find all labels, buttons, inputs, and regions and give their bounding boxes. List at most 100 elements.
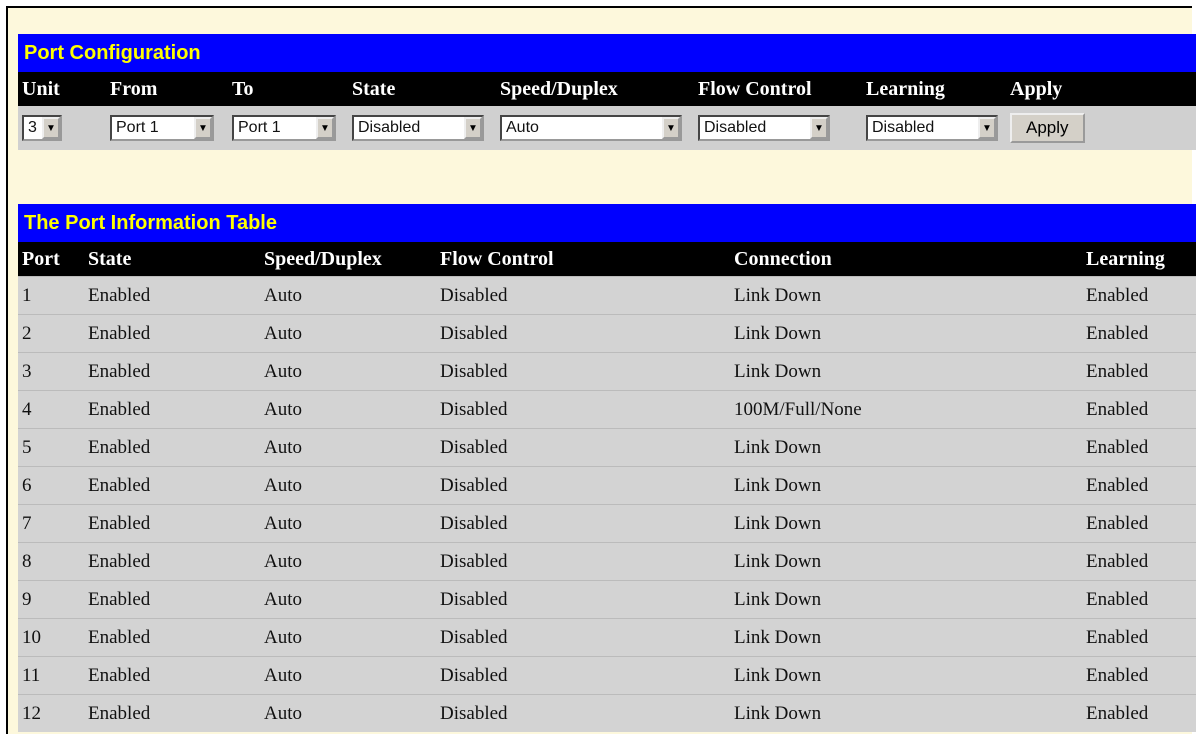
- table-row: 10 Enabled Auto Disabled Link Down Enabl…: [18, 618, 1196, 657]
- port-cell: 1: [18, 276, 84, 315]
- port-configuration-table: Unit From To State Speed/Duplex Flow Con…: [18, 72, 1196, 150]
- header-learning: Learning: [862, 72, 1006, 106]
- state-cell: Enabled: [84, 428, 260, 467]
- learning-cell: Enabled: [1082, 314, 1196, 353]
- unit-select-value: 3: [28, 119, 37, 136]
- table-row: 2 Enabled Auto Disabled Link Down Enable…: [18, 314, 1196, 353]
- flow-control-cell: Disabled: [436, 580, 730, 619]
- dropdown-arrow-icon[interactable]: ▼: [194, 117, 212, 139]
- state-cell: Enabled: [84, 352, 260, 391]
- unit-select[interactable]: 3 ▼: [22, 115, 62, 141]
- connection-cell: Link Down: [730, 352, 1082, 391]
- dropdown-arrow-icon[interactable]: ▼: [662, 117, 680, 139]
- connection-cell: 100M/Full/None: [730, 390, 1082, 429]
- port-information-table: Port State Speed/Duplex Flow Control Con…: [18, 242, 1196, 732]
- to-port-select-value: Port 1: [238, 119, 281, 136]
- port-cell: 9: [18, 580, 84, 619]
- port-information-panel: The Port Information Table Port State Sp…: [18, 204, 1196, 732]
- state-cell: Enabled: [84, 390, 260, 429]
- flow-control-cell: Disabled: [436, 352, 730, 391]
- flow-control-cell: Disabled: [436, 428, 730, 467]
- table-row: 7 Enabled Auto Disabled Link Down Enable…: [18, 504, 1196, 543]
- dropdown-arrow-icon[interactable]: ▼: [810, 117, 828, 139]
- table-row: 6 Enabled Auto Disabled Link Down Enable…: [18, 466, 1196, 505]
- speed-duplex-cell: Auto: [260, 694, 436, 732]
- to-port-select[interactable]: Port 1 ▼: [232, 115, 336, 141]
- from-port-select-value: Port 1: [116, 119, 159, 136]
- port-cell: 5: [18, 428, 84, 467]
- learning-cell: Enabled: [1082, 428, 1196, 467]
- flow-control-cell: Disabled: [436, 656, 730, 695]
- learning-select-value: Disabled: [872, 119, 935, 136]
- port-cell: 3: [18, 352, 84, 391]
- state-cell: Enabled: [84, 466, 260, 505]
- flow-control-cell: Disabled: [436, 390, 730, 429]
- speed-duplex-cell: Auto: [260, 428, 436, 467]
- dropdown-arrow-icon[interactable]: ▼: [42, 117, 60, 139]
- apply-button[interactable]: Apply: [1010, 113, 1085, 143]
- flow-control-cell: Disabled: [436, 504, 730, 543]
- connection-cell: Link Down: [730, 314, 1082, 353]
- connection-cell: Link Down: [730, 504, 1082, 543]
- header-connection: Connection: [730, 242, 1082, 277]
- speed-duplex-cell: Auto: [260, 466, 436, 505]
- port-configuration-title: Port Configuration: [18, 34, 1196, 72]
- header-from: From: [106, 72, 228, 106]
- dropdown-arrow-icon[interactable]: ▼: [316, 117, 334, 139]
- header-flow-control: Flow Control: [694, 72, 862, 106]
- port-cell: 10: [18, 618, 84, 657]
- dropdown-arrow-icon[interactable]: ▼: [464, 117, 482, 139]
- flow-control-cell: Disabled: [436, 466, 730, 505]
- port-cell: 6: [18, 466, 84, 505]
- header-state: State: [84, 242, 260, 277]
- port-cell: 8: [18, 542, 84, 581]
- learning-cell: Enabled: [1082, 656, 1196, 695]
- table-row: 4 Enabled Auto Disabled 100M/Full/None E…: [18, 390, 1196, 429]
- state-cell: Enabled: [84, 618, 260, 657]
- table-row: 8 Enabled Auto Disabled Link Down Enable…: [18, 542, 1196, 581]
- port-cell: 2: [18, 314, 84, 353]
- from-port-select[interactable]: Port 1 ▼: [110, 115, 214, 141]
- learning-cell: Enabled: [1082, 352, 1196, 391]
- port-information-title: The Port Information Table: [18, 204, 1196, 242]
- connection-cell: Link Down: [730, 618, 1082, 657]
- header-apply: Apply: [1006, 72, 1196, 106]
- speed-duplex-cell: Auto: [260, 276, 436, 315]
- learning-cell: Enabled: [1082, 694, 1196, 732]
- speed-duplex-cell: Auto: [260, 580, 436, 619]
- learning-select[interactable]: Disabled ▼: [866, 115, 998, 141]
- flow-control-cell: Disabled: [436, 542, 730, 581]
- flow-control-select-value: Disabled: [704, 119, 767, 136]
- learning-cell: Enabled: [1082, 390, 1196, 429]
- dropdown-arrow-icon[interactable]: ▼: [978, 117, 996, 139]
- table-row: 5 Enabled Auto Disabled Link Down Enable…: [18, 428, 1196, 467]
- learning-cell: Enabled: [1082, 276, 1196, 315]
- learning-cell: Enabled: [1082, 580, 1196, 619]
- speed-duplex-cell: Auto: [260, 390, 436, 429]
- flow-control-cell: Disabled: [436, 276, 730, 315]
- table-row: 3 Enabled Auto Disabled Link Down Enable…: [18, 352, 1196, 391]
- learning-cell: Enabled: [1082, 504, 1196, 543]
- connection-cell: Link Down: [730, 694, 1082, 732]
- port-cell: 11: [18, 656, 84, 695]
- state-select-value: Disabled: [358, 119, 421, 136]
- state-select[interactable]: Disabled ▼: [352, 115, 484, 141]
- flow-control-select[interactable]: Disabled ▼: [698, 115, 830, 141]
- speed-duplex-cell: Auto: [260, 542, 436, 581]
- state-cell: Enabled: [84, 276, 260, 315]
- connection-cell: Link Down: [730, 580, 1082, 619]
- header-flow-control: Flow Control: [436, 242, 730, 277]
- learning-cell: Enabled: [1082, 618, 1196, 657]
- connection-cell: Link Down: [730, 656, 1082, 695]
- port-cell: 4: [18, 390, 84, 429]
- header-speed-duplex: Speed/Duplex: [496, 72, 694, 106]
- header-unit: Unit: [18, 72, 106, 106]
- content-frame: Port Configuration Unit From To State Sp…: [6, 6, 1196, 734]
- state-cell: Enabled: [84, 542, 260, 581]
- speed-duplex-cell: Auto: [260, 656, 436, 695]
- header-learning: Learning: [1082, 242, 1196, 277]
- speed-duplex-select[interactable]: Auto ▼: [500, 115, 682, 141]
- state-cell: Enabled: [84, 314, 260, 353]
- speed-duplex-cell: Auto: [260, 504, 436, 543]
- flow-control-cell: Disabled: [436, 314, 730, 353]
